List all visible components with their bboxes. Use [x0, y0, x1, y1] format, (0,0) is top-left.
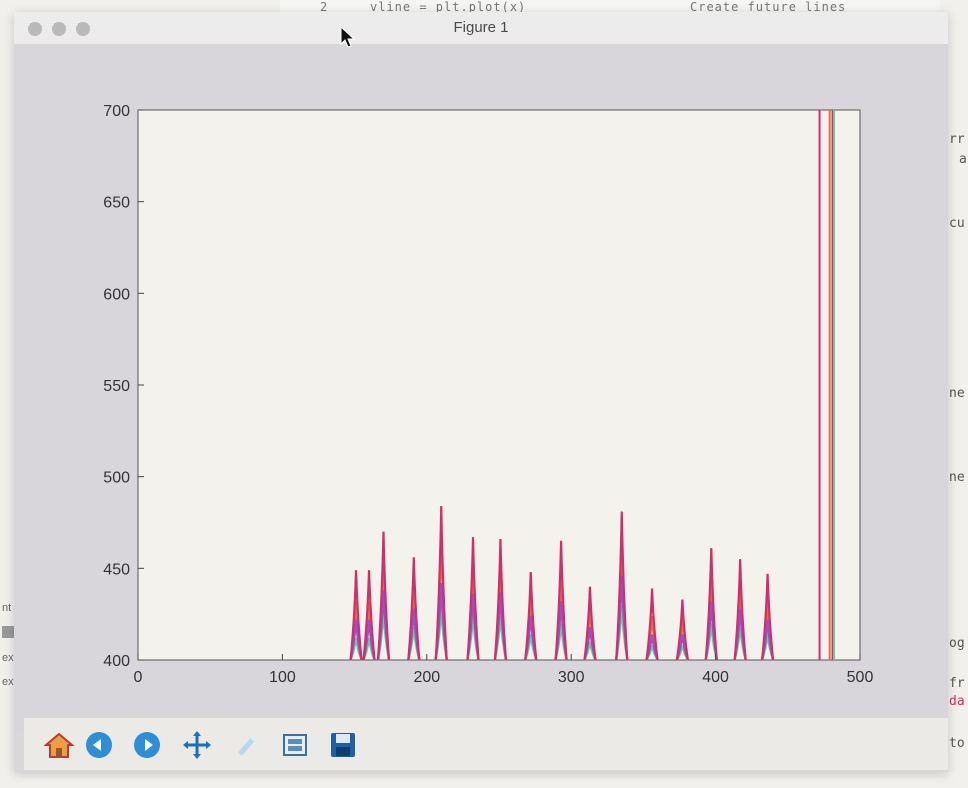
editor-fragment: ne — [949, 470, 965, 485]
editor-fragment: cu — [949, 216, 965, 231]
editor-fragment: ne — [949, 386, 965, 401]
home-icon — [44, 732, 74, 758]
x-tick-label: 300 — [558, 669, 585, 686]
x-tick-label: 100 — [269, 669, 296, 686]
forward-button[interactable] — [130, 728, 164, 762]
arrow-right-icon — [134, 732, 160, 758]
x-tick-label: 400 — [702, 669, 729, 686]
editor-fragment: fr — [949, 676, 965, 691]
y-tick-label: 600 — [103, 286, 130, 303]
pan-button[interactable] — [180, 728, 214, 762]
y-tick-label: 500 — [103, 470, 130, 487]
y-tick-label: 550 — [103, 378, 130, 395]
editor-fragment: a — [959, 152, 967, 167]
editor-right-fragments: rr a cu ne ne og fr da to — [945, 110, 968, 770]
editor-fragment: rr — [949, 132, 965, 147]
home-button[interactable] — [42, 728, 76, 762]
mouse-cursor-icon — [340, 26, 356, 48]
y-tick-label: 650 — [103, 195, 130, 212]
configure-icon — [283, 734, 307, 756]
y-tick-label: 400 — [103, 653, 130, 670]
figure-canvas[interactable]: 0 100 200 300 400 500 400 450 500 550 600 650 700 — [14, 44, 948, 734]
window-title: Figure 1 — [453, 19, 509, 36]
back-button[interactable] — [82, 728, 116, 762]
save-button[interactable] — [326, 728, 360, 762]
editor-fragment: to — [949, 736, 965, 751]
move-icon — [183, 731, 211, 759]
arrow-left-icon — [86, 732, 112, 758]
x-tick-label: 0 — [134, 669, 143, 686]
window-titlebar[interactable]: Figure 1 — [14, 12, 948, 44]
x-tick-label: 500 — [847, 669, 874, 686]
save-icon — [331, 733, 355, 757]
x-tick-label: 200 — [413, 669, 440, 686]
y-tick-label: 700 — [103, 103, 130, 120]
figure-window: Figure 1 0 100 200 300 400 500 400 450 500 550 600… — [14, 12, 948, 772]
chart-svg[interactable]: 0 100 200 300 400 500 400 450 500 550 600 650 700 — [14, 44, 948, 734]
editor-fragment: og — [949, 636, 965, 651]
zoom-icon — [238, 735, 257, 756]
configure-subplots-button[interactable] — [278, 728, 312, 762]
editor-fragment: da — [949, 694, 965, 709]
y-tick-label: 450 — [103, 561, 130, 578]
navigation-toolbar — [24, 718, 948, 770]
zoom-button[interactable] — [230, 728, 264, 762]
